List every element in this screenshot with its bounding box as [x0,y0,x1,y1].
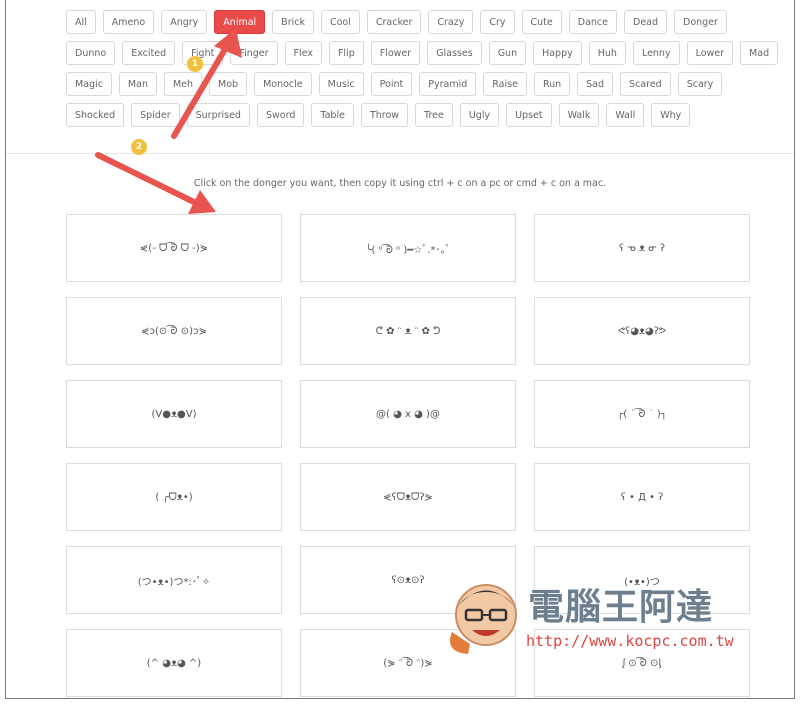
annotation-arrow-1-head [214,28,242,58]
watermark-face-icon [450,584,517,654]
step-marker-1: 1 [187,56,203,72]
watermark: 電腦王阿達 http://www.kocpc.com.tw [446,570,766,660]
annotation-arrow-2 [95,152,201,207]
watermark-name: 電腦王阿達 [528,587,714,628]
step-marker-2: 2 [131,139,147,155]
watermark-url: http://www.kocpc.com.tw [526,632,734,650]
page-frame: All Ameno Angry Animal Brick Cool Cracker Crazy… [5,0,795,699]
